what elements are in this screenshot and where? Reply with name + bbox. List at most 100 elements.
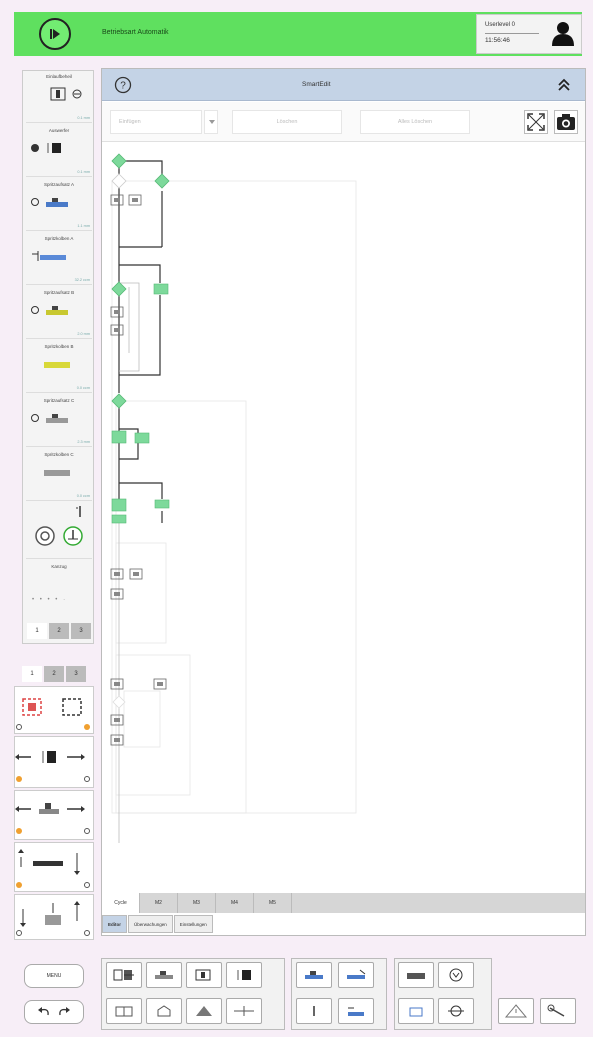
ejector-icon	[31, 143, 61, 153]
injection-piston-a-icon	[32, 251, 66, 261]
alarm-button[interactable]	[498, 998, 534, 1024]
screenshot-button[interactable]	[554, 110, 578, 134]
dosing-button[interactable]	[338, 962, 374, 988]
target-icon	[35, 526, 55, 546]
section-value: 0.1 mm	[77, 170, 90, 174]
collapse-icon[interactable]	[557, 78, 571, 92]
insert-dropdown[interactable]: Einfügen	[110, 110, 202, 134]
air-blow-icon	[196, 1006, 212, 1016]
tab-settings[interactable]: Einstellungen	[173, 915, 213, 933]
injection-unit-c-icon	[31, 414, 68, 423]
help-icon[interactable]: ?	[114, 76, 132, 94]
conveyor-button[interactable]	[226, 998, 262, 1024]
injection-unit-a-icon	[31, 198, 68, 207]
flow-lines-light	[118, 282, 140, 843]
section-value: 2.0 mm	[77, 332, 90, 336]
insert-dropdown-arrow[interactable]	[204, 110, 218, 134]
flow-lines	[118, 160, 163, 523]
delete-button[interactable]: Löschen	[232, 110, 342, 134]
purge-icon	[348, 1007, 364, 1016]
purge-button[interactable]	[338, 998, 374, 1024]
nozzle-button[interactable]	[296, 998, 332, 1024]
section-value: 0.1 mm	[77, 116, 90, 120]
tab-m3[interactable]: M3	[178, 893, 216, 913]
menu-button[interactable]: MENU	[24, 964, 84, 988]
undo-redo-button[interactable]	[24, 1000, 84, 1024]
vacuum-button[interactable]	[438, 962, 474, 988]
ejector-control[interactable]	[14, 736, 94, 788]
axis-section-5[interactable]: Spritzaufsatz B 2.0 mm	[26, 287, 92, 339]
axis-section-8[interactable]: Spritzkolben C 0.0 ccm	[26, 449, 92, 501]
mold-height-button[interactable]	[186, 962, 222, 988]
nozzle-icon	[76, 506, 81, 517]
service-button[interactable]	[540, 998, 576, 1024]
axis-section-2[interactable]: Auswerfer 0.1 mm	[26, 125, 92, 177]
wrench-icon	[547, 1004, 565, 1017]
mold-control[interactable]	[14, 686, 94, 734]
heater-button[interactable]	[398, 962, 434, 988]
section-title: Kanzug	[51, 564, 67, 569]
axis-section-7[interactable]: Spritzaufsatz C 2.3 mm	[26, 395, 92, 447]
tab-m5[interactable]: M5	[254, 893, 292, 913]
warning-icon	[504, 1004, 528, 1018]
section-value: 1.1 mm	[77, 224, 90, 228]
heater-section[interactable]	[26, 503, 92, 559]
section-value: 0.0 ccm	[76, 386, 90, 390]
panel-page-tabs: 1 2 3	[27, 623, 91, 639]
smartedit-title: SmartEdit	[302, 81, 331, 88]
tab-cycle[interactable]: Cycle	[102, 893, 140, 913]
user-login-box[interactable]: Userlevel 0 11:56:46	[476, 14, 582, 54]
user-icon	[552, 22, 574, 46]
ejector-icon	[237, 970, 251, 980]
injection-control[interactable]	[14, 842, 94, 892]
nozzle-control[interactable]	[14, 894, 94, 940]
mold-height-icon	[195, 969, 211, 981]
axis-section-4[interactable]: Spritzkolben A 32.2 ccm	[26, 233, 92, 285]
injection-button[interactable]	[296, 962, 332, 988]
mold-height-icon	[50, 87, 82, 101]
heating-section[interactable]: Kanzug • • • • ·	[26, 561, 92, 621]
axis-section-6[interactable]: Spritzkolben B 0.0 ccm	[26, 341, 92, 393]
page-tab-3[interactable]: 3	[71, 623, 91, 639]
section-title: Einlaufbeheil	[46, 74, 72, 79]
delete-button-label: Löschen	[276, 119, 298, 125]
tab-editor[interactable]: Editor	[102, 915, 127, 933]
robot-button[interactable]	[146, 998, 182, 1024]
temperature-icon	[448, 1005, 464, 1017]
tab-m4[interactable]: M4	[216, 893, 254, 913]
core-pull-button[interactable]	[106, 998, 142, 1024]
section-title: Spritzaufsatz B	[43, 290, 75, 295]
temperature-button[interactable]	[438, 998, 474, 1024]
manual-controls-panel: 1 2 3	[14, 660, 94, 940]
ejector-button[interactable]	[226, 962, 262, 988]
delete-all-button[interactable]: Alles Löschen	[360, 110, 470, 134]
tab-monitoring[interactable]: Überwachungen	[128, 915, 173, 933]
chevron-down-icon	[209, 120, 215, 124]
fit-view-button[interactable]	[524, 110, 548, 134]
axis-section-3[interactable]: Spritzaufsatz A 1.1 mm	[26, 179, 92, 231]
axis-section-1[interactable]: Einlaufbeheil 0.1 mm	[26, 71, 92, 123]
menu-button-label: MENU	[46, 973, 62, 979]
divider	[485, 33, 539, 34]
mold-close-button[interactable]	[106, 962, 142, 988]
tab-m2[interactable]: M2	[140, 893, 178, 913]
sequence-editor-canvas[interactable]	[102, 143, 585, 891]
air-blow-button[interactable]	[186, 998, 222, 1024]
smartedit-toolbar: Einfügen Löschen Alles Löschen	[102, 102, 585, 142]
control-tab-3[interactable]: 3	[66, 666, 86, 682]
control-tab-2[interactable]: 2	[44, 666, 64, 682]
page-tab-2[interactable]: 2	[49, 623, 69, 639]
start-cycle-button[interactable]	[39, 18, 71, 50]
injection-move-icon	[16, 849, 90, 888]
carriage-forward-button[interactable]	[146, 962, 182, 988]
page-tab-1[interactable]: 1	[27, 623, 47, 639]
dosing-icon	[347, 969, 366, 979]
hot-runner-button[interactable]	[398, 998, 434, 1024]
gauge-icon	[449, 968, 463, 982]
section-title: Spritzkolben C	[44, 452, 74, 457]
nozzle-icon	[313, 1006, 315, 1016]
cycle-tabs: Cycle M2 M3 M4 M5	[102, 893, 585, 913]
status-bar: Betriebsart Automatik Userlevel 0 11:56:…	[14, 12, 582, 56]
carriage-control[interactable]	[14, 790, 94, 840]
control-tab-1[interactable]: 1	[22, 666, 42, 682]
